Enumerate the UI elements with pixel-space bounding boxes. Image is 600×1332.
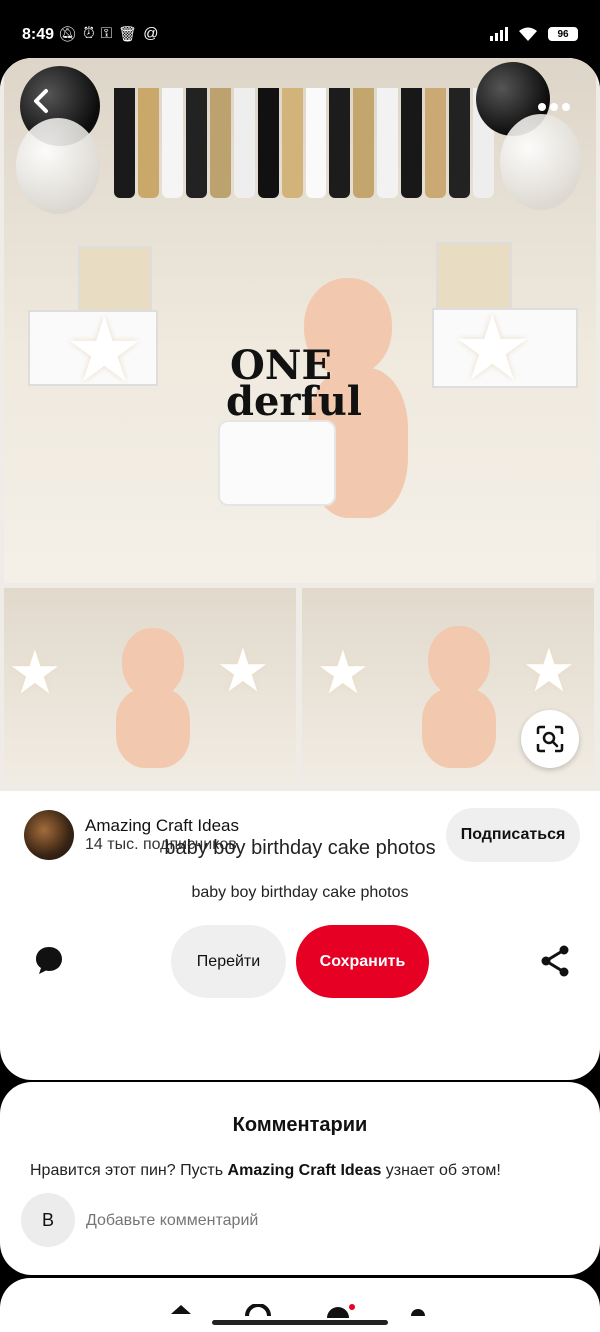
status-right-icons: 96 <box>490 26 578 42</box>
comments-prompt-start: Нравится этот пин? Пусть <box>30 1162 228 1179</box>
status-bar: 8:49 🔕︎ ⏰︎ ⚿ 🗑︎ @ 96 <box>0 0 600 60</box>
cake-topper-text: ONE derful <box>226 342 362 425</box>
visual-search-icon <box>536 725 564 753</box>
key-icon: ⚿ <box>100 25 113 42</box>
wifi-icon <box>519 27 537 41</box>
creator-name[interactable]: Amazing Craft Ideas <box>85 816 239 836</box>
signal-icon <box>490 27 508 41</box>
trash-icon: 🗑︎ <box>118 26 138 43</box>
at-icon: @ <box>143 25 159 42</box>
visual-search-button[interactable] <box>521 710 579 768</box>
garland-decoration <box>114 88 494 198</box>
comments-prompt: Нравится этот пин? Пусть Amazing Craft I… <box>30 1162 501 1180</box>
status-time: 8:49 <box>22 26 55 43</box>
share-button[interactable] <box>540 945 570 982</box>
back-icon <box>34 89 48 113</box>
comments-prompt-end: узнает об этом! <box>381 1162 501 1179</box>
comment-button[interactable] <box>34 945 64 980</box>
pin-card: ★ ★ ONE derful ★ ★ ★ ★ Amazing Craft Ide… <box>0 58 600 1080</box>
comment-icon <box>36 947 62 974</box>
profile-icon[interactable] <box>410 1304 426 1316</box>
visit-button[interactable]: Перейти <box>171 925 286 998</box>
comments-card: Комментарии Нравится этот пин? Пусть Ama… <box>0 1082 600 1275</box>
comment-input[interactable] <box>86 1212 386 1230</box>
notification-dot <box>349 1304 355 1310</box>
pin-actions: Перейти Сохранить <box>0 925 600 999</box>
alarm-icon: ⏰︎ <box>83 25 95 42</box>
comments-title: Комментарии <box>232 1114 368 1136</box>
pin-title: baby boy birthday cake photos <box>164 837 436 859</box>
pin-image-thumbnail-1[interactable]: ★ ★ <box>4 588 296 783</box>
more-button[interactable] <box>538 86 570 120</box>
home-indicator[interactable] <box>212 1320 388 1325</box>
pin-description: baby boy birthday cake photos <box>191 884 409 901</box>
more-icon <box>538 103 570 111</box>
status-notification-icons: 🔕︎ ⏰︎ ⚿ 🗑︎ @ <box>58 25 158 43</box>
home-icon[interactable] <box>170 1304 192 1316</box>
share-icon <box>541 945 569 977</box>
search-icon[interactable] <box>245 1304 271 1316</box>
pin-image-main[interactable]: ★ ★ ONE derful <box>4 58 596 583</box>
battery-icon: 96 <box>548 27 578 41</box>
user-avatar: B <box>21 1193 75 1247</box>
pin-image[interactable]: ★ ★ ONE derful ★ ★ ★ ★ <box>0 58 600 791</box>
comments-prompt-creator[interactable]: Amazing Craft Ideas <box>228 1162 382 1179</box>
save-button[interactable]: Сохранить <box>296 925 429 998</box>
battery-level: 96 <box>557 28 569 40</box>
back-button[interactable] <box>30 88 52 122</box>
mute-icon: 🔕︎ <box>58 26 78 43</box>
messages-icon[interactable] <box>325 1304 355 1318</box>
